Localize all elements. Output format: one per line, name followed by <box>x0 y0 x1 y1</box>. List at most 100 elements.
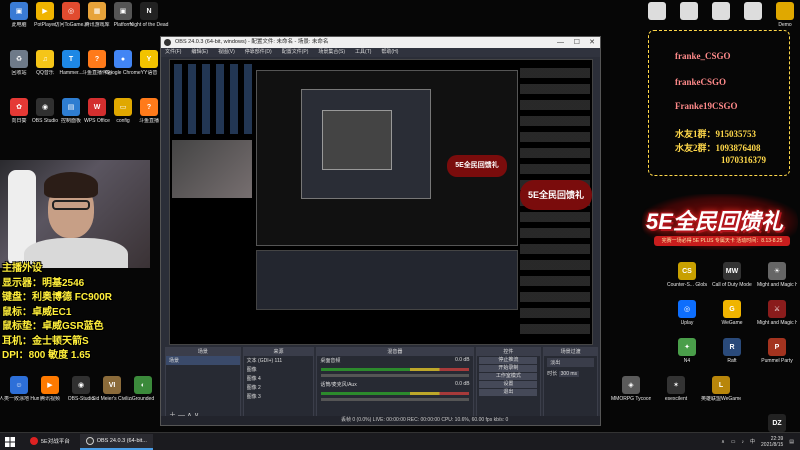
icon-label: MMORPG Tycoon 2 <box>611 396 651 402</box>
chevron-up-icon[interactable]: ∧ <box>721 439 725 445</box>
app-icon <box>744 2 762 20</box>
app-icon: ? <box>140 98 158 116</box>
streamer-glasses <box>52 200 90 210</box>
channel-label: 桌面音频 <box>320 358 341 364</box>
stop-streaming-button[interactable]: 停止推流 <box>479 357 538 364</box>
nested-docks <box>256 250 518 310</box>
streamer-hair <box>44 172 98 198</box>
settings-button[interactable]: 设置 <box>479 381 538 388</box>
obs-titlebar[interactable]: OBS 24.0.3 (64-bit, windows) - 配置文件: 未命名… <box>161 37 600 48</box>
icon-label: Pummel Party <box>761 358 793 364</box>
studio-mode-button[interactable]: 工作室模式 <box>479 373 538 380</box>
duration-label: 时长 <box>547 371 558 377</box>
volume-icon[interactable]: ♪ <box>742 439 745 445</box>
app-icon: P <box>768 338 786 356</box>
icon-label: WeGame <box>721 320 743 326</box>
desktop-icon[interactable]: ☺人类一败涂地 Human Fa... <box>0 376 39 414</box>
icon-label: Might and Magic He... <box>757 320 797 326</box>
obs-menu-item[interactable]: 帮助(H) <box>381 48 398 57</box>
qq-group-3: 1070316379 <box>721 155 766 165</box>
qq-group-2: 水友2群：1093876408 <box>675 141 761 154</box>
desktop-icon[interactable]: R Raft <box>715 338 749 376</box>
duration-input[interactable]: 300 ms <box>558 371 580 377</box>
preview-webcam <box>172 140 252 198</box>
exit-button[interactable]: 退出 <box>479 389 538 396</box>
desktop-icon[interactable]: ◎ Uplay <box>670 300 704 338</box>
desktop-icon[interactable]: CS Counter-S... Global Off... <box>667 262 707 300</box>
transition-select[interactable]: 淡出 <box>547 358 594 367</box>
duration-row: 时长 300 ms <box>544 369 597 378</box>
obs-window[interactable]: OBS 24.0.3 (64-bit, windows) - 配置文件: 未命名… <box>160 36 601 426</box>
obs-menu-item[interactable]: 场景集合(S) <box>318 48 345 57</box>
clock[interactable]: 22:39 2021/8/15 <box>761 436 783 448</box>
desktop-icon[interactable]: ✶ esexcilent <box>659 376 693 414</box>
obs-menu-item[interactable]: 编辑(E) <box>191 48 208 57</box>
app-icon: W <box>88 98 106 116</box>
desktop-icon[interactable]: MW Call of Duty Modern ... <box>712 262 752 300</box>
app-icon: N <box>140 2 158 20</box>
volume-slider[interactable] <box>321 374 469 377</box>
app-icon: ◐ <box>134 376 152 394</box>
source-item[interactable]: 图像 4 <box>244 374 314 383</box>
transitions-header: 场景过渡 <box>544 348 597 356</box>
obs-preview[interactable]: 5E全民回馈礼 5E全民回馈礼 <box>169 59 593 345</box>
controls-header: 控件 <box>476 348 541 356</box>
preview-banner: 5E全民回馈礼 <box>520 180 592 210</box>
network-icon[interactable]: ▭ <box>731 439 736 445</box>
taskbar-5e-platform[interactable]: 5E对战平台 <box>24 434 76 450</box>
desktop-icon[interactable]: ◈ MMORPG Tycoon 2 <box>611 376 651 414</box>
obs-menu-item[interactable]: 文件(F) <box>165 48 181 57</box>
desktop-icon[interactable]: G WeGame <box>715 300 749 338</box>
desktop-icon[interactable]: P Pummel Party <box>760 338 794 376</box>
app-icon: G <box>723 300 741 318</box>
desktop-icon[interactable]: ⚔ Might and Magic He... <box>757 300 797 338</box>
volume-slider[interactable] <box>321 398 469 401</box>
icon-label: Raft <box>727 358 737 364</box>
scene-item[interactable]: 场景 <box>166 356 240 365</box>
app-icon: ◎ <box>62 2 80 20</box>
group-number: 1070316379 <box>721 155 766 165</box>
desktop-icon[interactable]: ✦ N4 <box>670 338 704 376</box>
overlay-line: 鼠标垫：卓威GSR蓝色 <box>2 321 104 332</box>
group-label: 水友2群： <box>675 143 716 153</box>
source-item[interactable]: 图像 <box>244 365 314 374</box>
sources-dock: 来源 文本 (GDI+) 111 图像 图像 4 图像 2 图像 3 <box>242 347 315 423</box>
desktop-icon[interactable]: ▶ 腾讯视频 <box>33 376 67 414</box>
qq-group-card: franke_CSGO frankeCSGO Franke19CSGO 水友1群… <box>648 30 790 176</box>
app-icon: ◉ <box>72 376 90 394</box>
close-button[interactable]: ✕ <box>589 37 595 48</box>
app-icon: ✦ <box>678 338 696 356</box>
app-icon: ● <box>114 50 132 68</box>
desktop-icon[interactable]: ☀ Might and Magic He... <box>757 262 797 300</box>
obs-menu-item[interactable]: 视图(V) <box>218 48 235 57</box>
notification-icon[interactable]: ▤ <box>789 439 794 445</box>
app-icon: ◉ <box>36 98 54 116</box>
banner-title: 5E全民回馈礼 <box>646 209 783 234</box>
desktop-icon[interactable]: N Night of the Dead <box>130 2 168 40</box>
app-icon: ☺ <box>10 376 28 394</box>
start-recording-button[interactable]: 开始录制 <box>479 365 538 372</box>
qq-name-2: frankeCSGO <box>675 77 727 87</box>
obs-menu-item[interactable]: 配置文件(P) <box>282 48 309 57</box>
ime-icon[interactable]: 中 <box>750 438 755 445</box>
desktop-icon[interactable]: ◐ Grounded <box>126 376 160 414</box>
source-item[interactable]: 图像 3 <box>244 392 314 401</box>
channel-db: 0.0 dB <box>455 381 470 387</box>
desktop-icon[interactable]: VISid Meier's Civilizatio... <box>92 376 132 414</box>
source-item[interactable]: 文本 (GDI+) 111 <box>244 356 314 365</box>
minimize-button[interactable]: — <box>557 37 564 48</box>
start-button[interactable] <box>0 433 20 450</box>
desktop-icon[interactable]: L 英雄联盟WeGame版 <box>701 376 741 414</box>
channel-db: 0.0 dB <box>455 357 470 363</box>
app-icon: DZ <box>768 414 786 432</box>
banner-subtitle: 完赛一场必得 5E PLUS 专属天卡 活动时间：8.13-8.25 <box>654 236 790 246</box>
obs-menu-item[interactable]: 工具(T) <box>355 48 371 57</box>
source-item[interactable]: 图像 2 <box>244 383 314 392</box>
app-icon: CS <box>678 262 696 280</box>
taskbar-obs[interactable]: OBS 24.0.3 (64-bit... <box>79 433 153 450</box>
desktop-icon[interactable]: ◉ OBS-Studio <box>64 376 98 414</box>
system-tray: ∧ ▭ ♪ 中 22:39 2021/8/15 ▤ <box>721 436 800 448</box>
qq-name-1: franke_CSGO <box>675 51 731 61</box>
obs-menu-item[interactable]: 停靠部件(D) <box>245 48 272 57</box>
maximize-button[interactable]: ☐ <box>574 37 580 48</box>
